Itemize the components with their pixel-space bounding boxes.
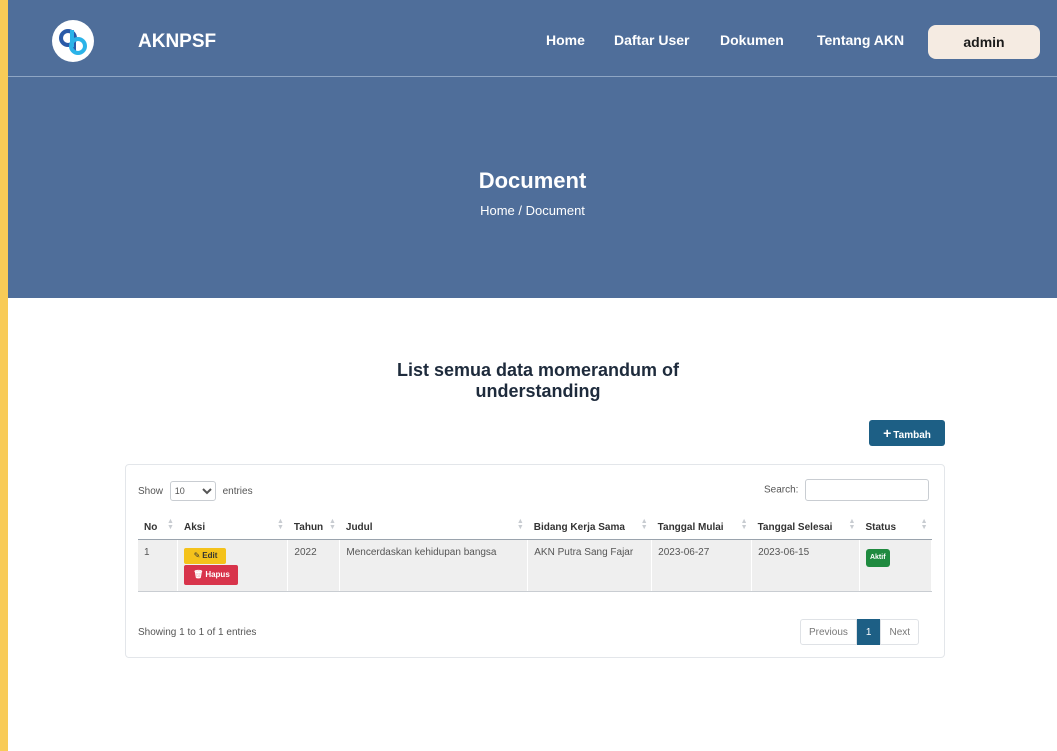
col-tanggal-mulai[interactable]: Tanggal Mulai ▲ ▼: [651, 505, 752, 540]
sort-icon: ▲ ▼: [516, 518, 524, 531]
documents-table: No ▲ ▼ Aksi ▲ ▼ Tahun ▲ ▼ Judul ▲ ▼ Bidang Kerja…: [138, 505, 933, 592]
breadcrumb-home[interactable]: Home: [480, 203, 515, 218]
plus-icon: +: [883, 425, 892, 441]
cell-tahun: 2022: [287, 539, 341, 592]
nav-tentang-akn[interactable]: Tentang AKN: [817, 32, 904, 48]
page: AKNPSF Home Daftar User Dokumen Tentang …: [8, 0, 1057, 751]
entries-length-control: Show 10 entries: [138, 481, 253, 501]
add-document-button[interactable]: + Tambah: [869, 420, 945, 446]
sort-icon: ▲ ▼: [848, 518, 856, 531]
search-control: Search:: [764, 479, 930, 501]
navbar: AKNPSF Home Daftar User Dokumen Tentang …: [8, 0, 1057, 77]
nav-home[interactable]: Home: [546, 32, 585, 48]
nav-dokumen[interactable]: Dokumen: [720, 32, 784, 48]
breadcrumb: Home / Document: [8, 203, 1057, 218]
cell-judul: Mencerdaskan kehidupan bangsa: [339, 539, 529, 592]
search-label: Search:: [764, 484, 799, 496]
col-judul[interactable]: Judul ▲ ▼: [339, 505, 528, 540]
entries-label: entries: [222, 486, 253, 497]
cell-status: Aktif: [859, 539, 933, 592]
table-row: 1 ✎ Edit 🗑 Hapus 2022 Mencerdaskan kehidup…: [138, 539, 933, 592]
pagination-page-1[interactable]: 1: [856, 619, 881, 645]
cell-aksi: ✎ Edit 🗑 Hapus: [177, 539, 289, 592]
pagination: Previous 1 Next: [800, 619, 920, 645]
edit-icon: ✎: [193, 550, 201, 560]
sort-icon: ▲ ▼: [740, 518, 748, 531]
add-button-label: Tambah: [893, 430, 931, 441]
brand-name[interactable]: AKNPSF: [138, 31, 216, 53]
edit-button[interactable]: ✎ Edit: [184, 547, 227, 564]
col-tahun[interactable]: Tahun ▲ ▼: [287, 505, 340, 540]
entries-select[interactable]: 10: [169, 481, 216, 501]
delete-button[interactable]: 🗑 Hapus: [184, 564, 239, 585]
trash-icon: 🗑: [193, 569, 204, 579]
pagination-previous[interactable]: Previous: [800, 619, 857, 645]
sort-icon: ▲ ▼: [640, 518, 648, 531]
sort-icon: ▲ ▼: [276, 518, 284, 531]
page-header: Document Home / Document: [8, 77, 1057, 298]
col-status[interactable]: Status ▲ ▼: [859, 505, 932, 540]
status-badge: Aktif: [865, 548, 890, 567]
col-tanggal-selesai[interactable]: Tanggal Selesai ▲ ▼: [751, 505, 860, 540]
logo-icon: [59, 29, 87, 55]
sort-icon: ▲ ▼: [328, 518, 336, 531]
sort-asc-icon: ▲ ▼: [167, 518, 174, 531]
breadcrumb-separator: /: [518, 203, 523, 218]
datatable-card: Show 10 entries Search: No ▲ ▼ Aksi ▲ ▼ Tahu…: [125, 464, 945, 658]
col-no[interactable]: No ▲ ▼: [138, 505, 178, 540]
nav-daftar-user[interactable]: Daftar User: [614, 32, 689, 48]
section-title: List semua data momerandum of understand…: [396, 360, 680, 401]
table-info: Showing 1 to 1 of 1 entries: [138, 627, 257, 638]
brand-logo[interactable]: [52, 20, 94, 62]
breadcrumb-current: Document: [525, 203, 585, 218]
cell-tanggal-mulai: 2023-06-27: [651, 539, 753, 592]
page-title: Document: [478, 168, 587, 193]
cell-tanggal-selesai: 2023-06-15: [751, 539, 860, 592]
col-aksi[interactable]: Aksi ▲ ▼: [177, 505, 288, 540]
sort-icon: ▲ ▼: [920, 518, 928, 531]
cell-no: 1: [138, 539, 179, 592]
user-menu-button[interactable]: admin: [928, 25, 1040, 59]
cell-bidang: AKN Putra Sang Fajar: [527, 539, 653, 592]
col-bidang-kerja-sama[interactable]: Bidang Kerja Sama ▲ ▼: [527, 505, 652, 540]
pagination-next[interactable]: Next: [880, 619, 920, 645]
table-header-row: No ▲ ▼ Aksi ▲ ▼ Tahun ▲ ▼ Judul ▲ ▼ Bidang Kerja…: [138, 505, 932, 540]
search-input[interactable]: [805, 479, 930, 501]
show-label: Show: [138, 486, 164, 497]
